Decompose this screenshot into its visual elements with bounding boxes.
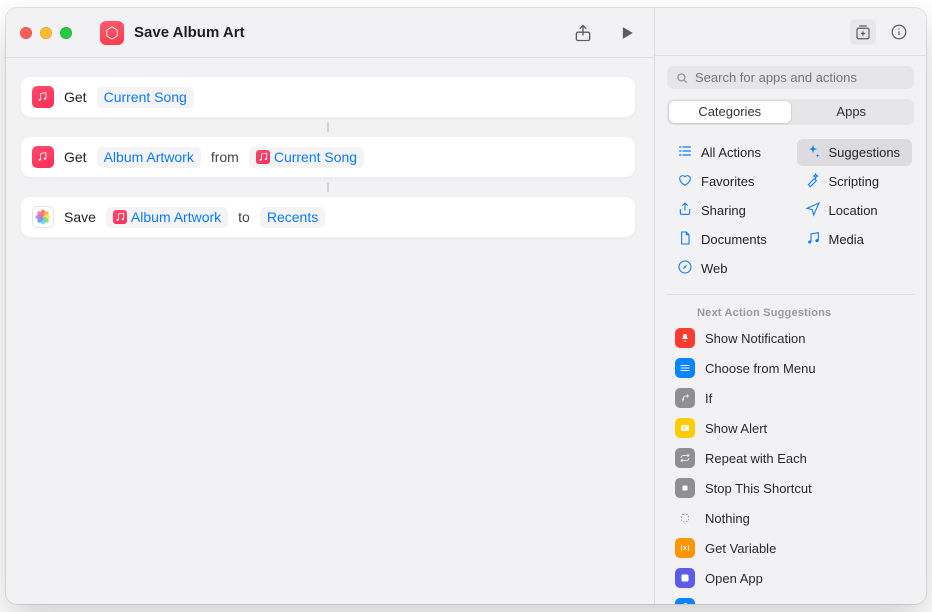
share-button[interactable] — [570, 18, 596, 48]
suggestion-item[interactable]: Repeat with Each — [667, 443, 914, 473]
variable-token[interactable]: Album Artwork — [97, 147, 201, 168]
close-window-button[interactable] — [20, 27, 32, 39]
action-card[interactable]: Get Current Song — [20, 76, 636, 118]
suggestion-item[interactable]: Get Variable — [667, 533, 914, 563]
menu-icon — [675, 358, 695, 378]
suggestion-item[interactable]: Nothing — [667, 503, 914, 533]
action-verb: Save — [64, 209, 96, 225]
info-button[interactable] — [886, 19, 912, 45]
heart-icon — [677, 172, 693, 191]
music-app-icon — [32, 146, 54, 168]
category-label: Scripting — [829, 174, 880, 189]
search-field[interactable] — [667, 66, 914, 89]
share-icon — [677, 201, 693, 220]
suggestion-item[interactable]: Show Notification — [667, 323, 914, 353]
variable-token[interactable]: Album Artwork — [106, 207, 228, 228]
action-verb: Get — [64, 89, 87, 105]
branch-icon — [675, 388, 695, 408]
section-header: Next Action Suggestions — [667, 301, 914, 323]
library-button[interactable] — [850, 19, 876, 45]
category-grid: All Actions Suggestions Favorites Scripting… — [667, 137, 914, 295]
titlebar: Save Album Art — [6, 8, 654, 58]
bell-icon — [675, 328, 695, 348]
category-label: All Actions — [701, 145, 761, 160]
editor-canvas[interactable]: Get Current Song Get Album Artwork from Curre… — [6, 58, 654, 604]
action-card[interactable]: Get Album Artwork from Current Song — [20, 136, 636, 178]
category-sharing[interactable]: Sharing — [669, 197, 785, 224]
suggestion-label: Show Alert — [705, 421, 767, 436]
nothing-icon — [675, 508, 695, 528]
category-media[interactable]: Media — [797, 226, 913, 253]
repeat-icon — [675, 448, 695, 468]
suggestion-item[interactable]: If — [667, 383, 914, 413]
category-label: Web — [701, 261, 728, 276]
search-input[interactable] — [695, 70, 906, 85]
photos-app-icon — [32, 206, 54, 228]
suggestion-item[interactable]: Open App — [667, 563, 914, 593]
category-scripting[interactable]: Scripting — [797, 168, 913, 195]
variable-icon — [675, 538, 695, 558]
suggestion-label: Repeat with Each — [705, 451, 807, 466]
app-icon — [675, 568, 695, 588]
stop-icon — [675, 478, 695, 498]
music-app-icon — [32, 86, 54, 108]
action-verb: Get — [64, 149, 87, 165]
category-label: Location — [829, 203, 878, 218]
shortcut-title[interactable]: Save Album Art — [134, 24, 245, 41]
category-label: Favorites — [701, 174, 754, 189]
music-mini-icon — [256, 150, 270, 164]
window-controls — [20, 27, 72, 39]
category-location[interactable]: Location — [797, 197, 913, 224]
suggestion-list: Show Notification Choose from Menu If Show … — [667, 323, 914, 604]
sidebar-toolbar — [655, 8, 926, 56]
category-label: Sharing — [701, 203, 746, 218]
link-icon — [675, 598, 695, 604]
suggestion-item[interactable]: Show Alert — [667, 413, 914, 443]
category-label: Suggestions — [829, 145, 901, 160]
variable-token[interactable]: Current Song — [97, 87, 194, 108]
navigate-icon — [805, 201, 821, 220]
alert-icon — [675, 418, 695, 438]
music-icon — [805, 230, 821, 249]
action-card[interactable]: Save Album Artwork to Recents — [20, 196, 636, 238]
suggestion-label: If — [705, 391, 712, 406]
suggestion-label: Choose from Menu — [705, 361, 816, 376]
action-connector — [20, 178, 636, 196]
list-icon — [677, 143, 693, 162]
tab-categories[interactable]: Categories — [669, 101, 791, 123]
sparkle-icon — [805, 143, 821, 162]
category-favorites[interactable]: Favorites — [669, 168, 785, 195]
doc-icon — [677, 230, 693, 249]
variable-token[interactable]: Recents — [260, 207, 325, 228]
suggestion-label: Show Notification — [705, 331, 805, 346]
variable-token[interactable]: Current Song — [249, 147, 364, 168]
minimize-window-button[interactable] — [40, 27, 52, 39]
wand-icon — [805, 172, 821, 191]
suggestion-label: Nothing — [705, 511, 750, 526]
suggestion-label: Open App — [705, 571, 763, 586]
shortcut-icon[interactable] — [100, 21, 124, 45]
tab-apps[interactable]: Apps — [791, 101, 913, 123]
suggestion-item[interactable]: URL — [667, 593, 914, 604]
safari-icon — [677, 259, 693, 278]
suggestion-label: Stop This Shortcut — [705, 481, 812, 496]
category-all-actions[interactable]: All Actions — [669, 139, 785, 166]
suggestion-item[interactable]: Choose from Menu — [667, 353, 914, 383]
library-tabs: Categories Apps — [667, 99, 914, 125]
category-label: Documents — [701, 232, 767, 247]
category-label: Media — [829, 232, 864, 247]
suggestion-label: URL — [705, 601, 731, 604]
keyword: from — [211, 149, 239, 165]
keyword: to — [238, 209, 250, 225]
suggestion-item[interactable]: Stop This Shortcut — [667, 473, 914, 503]
music-mini-icon — [113, 210, 127, 224]
suggestion-label: Get Variable — [705, 541, 776, 556]
search-icon — [675, 71, 689, 85]
category-suggestions[interactable]: Suggestions — [797, 139, 913, 166]
zoom-window-button[interactable] — [60, 27, 72, 39]
category-web[interactable]: Web — [669, 255, 785, 282]
run-button[interactable] — [614, 18, 640, 48]
action-connector — [20, 118, 636, 136]
category-documents[interactable]: Documents — [669, 226, 785, 253]
